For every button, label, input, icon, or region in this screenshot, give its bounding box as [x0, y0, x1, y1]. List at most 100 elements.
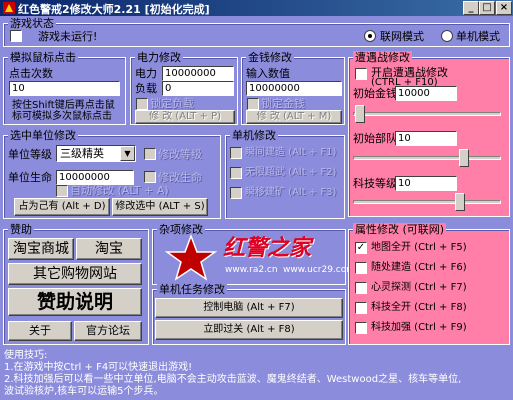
- modify-hp-checkbox[interactable]: [144, 171, 156, 183]
- modify-selected-button[interactable]: 修改选中 (ALT + S): [112, 198, 208, 216]
- window-title: 红色警戒2修改大师2.21 [初始化完成]: [18, 3, 210, 16]
- teleport-ore-checkbox[interactable]: [230, 187, 242, 199]
- unit-level-value: 三级精英: [60, 147, 104, 160]
- other-shops-button[interactable]: 其它购物网站: [8, 263, 142, 285]
- money-input-label: 输入数值: [246, 67, 290, 80]
- tech-level-slider-thumb[interactable]: [455, 193, 465, 211]
- tip-line-3: 波试验核炉,核车可以运输5个步兵。: [4, 386, 164, 397]
- take-over-button[interactable]: 占为己有 (Alt + D): [14, 198, 110, 216]
- power-group: 电力修改 电力 10000000 负载 0 锁定负载 修 改 (ALT + P): [130, 51, 238, 125]
- watermark-site: www.ucr29.com: [283, 265, 356, 275]
- money-group: 金钱修改 输入数值 10000000 锁定金钱 修 改 (ALT + M): [241, 51, 345, 125]
- close-button[interactable]: ×: [496, 1, 512, 15]
- misc-group: 杂项修改 红警之家 www.ra2.cn www.ucr29.com: [152, 223, 355, 285]
- watermark-logo-text: 红警之家: [223, 236, 312, 261]
- load-input[interactable]: 0: [162, 81, 234, 96]
- lock-load-checkbox[interactable]: [136, 98, 148, 110]
- game-status-checkbox[interactable]: [10, 30, 22, 42]
- attributes-group: 属性修改 (可联网) ✓ 地图全开 (Ctrl + F5) 随处建造 (Ctrl…: [348, 223, 510, 345]
- tech-level-label: 科技等级: [353, 177, 397, 190]
- encounter-group: 遭遇战修改 开启遭遇战修改 (CTRL + F10) 初始金钱 10000 初始…: [348, 51, 510, 217]
- single-mode-radio[interactable]: [441, 30, 453, 42]
- initial-units-slider-track[interactable]: [353, 156, 501, 160]
- click-count-input[interactable]: 10: [9, 81, 120, 96]
- sponsor-group: 赞助 淘宝商城 淘宝 其它购物网站 赞助说明 关于 官方论坛: [3, 223, 149, 345]
- mouse-sim-hint-2: 标可模拟多次鼠标点击: [12, 111, 112, 122]
- tech-all-label: 科技全开 (Ctrl + F8): [371, 302, 467, 313]
- sponsor-info-button[interactable]: 赞助说明: [8, 288, 142, 316]
- lock-load-label: 锁定负载: [150, 97, 194, 110]
- unit-level-label: 单位等级: [8, 148, 52, 161]
- unit-mod-title: 选中单位修改: [8, 129, 78, 142]
- infinite-superweapon-checkbox[interactable]: [230, 167, 242, 179]
- attributes-title: 属性修改 (可联网): [353, 223, 447, 236]
- unit-hp-input[interactable]: 10000000: [56, 170, 134, 185]
- tech-level-slider-track[interactable]: [353, 200, 501, 204]
- game-status-group: 游戏状态 游戏未运行! 联网模式 单机模式: [3, 17, 510, 47]
- title-bar: 红色警戒2修改大师2.21 [初始化完成] _ □ ×: [0, 0, 513, 16]
- taobao-button[interactable]: 淘宝: [76, 238, 142, 260]
- instant-build-label: 瞬间建造 (Alt + F1): [245, 147, 337, 158]
- initial-money-input[interactable]: 10000: [395, 86, 457, 101]
- forum-button[interactable]: 官方论坛: [74, 321, 142, 341]
- instant-win-button[interactable]: 立即过关 (Alt + F8): [155, 320, 343, 340]
- instant-build-checkbox[interactable]: [230, 147, 242, 159]
- unit-level-select[interactable]: 三级精英 ▼: [56, 145, 136, 162]
- initial-units-input[interactable]: 10: [395, 131, 457, 146]
- maximize-button[interactable]: □: [479, 1, 495, 15]
- modify-level-label: 修改等级: [158, 148, 202, 161]
- auto-modify-label: 自动修改 (ALT + A): [70, 184, 169, 197]
- watermark-url: www.ra2.cn: [225, 265, 278, 275]
- auto-modify-checkbox[interactable]: [56, 185, 68, 197]
- lock-money-checkbox[interactable]: [247, 98, 259, 110]
- sponsor-title: 赞助: [8, 223, 34, 236]
- game-status-title: 游戏状态: [8, 17, 56, 30]
- initial-units-label: 初始部队: [353, 132, 397, 145]
- red-star-logo-icon: [164, 234, 218, 281]
- build-anywhere-label: 随处建造 (Ctrl + F6): [371, 262, 467, 273]
- modify-level-checkbox[interactable]: [144, 148, 156, 160]
- unit-hp-label: 单位生命: [8, 171, 52, 184]
- psychic-sensor-checkbox[interactable]: [355, 282, 367, 294]
- map-reveal-label: 地图全开 (Ctrl + F5): [371, 242, 467, 253]
- single-mod-title: 单机修改: [230, 129, 278, 142]
- tech-all-checkbox[interactable]: [355, 302, 367, 314]
- map-reveal-checkbox[interactable]: ✓: [355, 242, 367, 254]
- teleport-ore-label: 瞬移建矿 (Alt + F3): [245, 187, 337, 198]
- power-modify-button[interactable]: 修 改 (ALT + P): [135, 110, 235, 124]
- modify-hp-label: 修改生命: [158, 171, 202, 184]
- encounter-enable-checkbox[interactable]: [355, 68, 367, 80]
- initial-money-label: 初始金钱: [353, 87, 397, 100]
- tips-panel: 使用技巧: 1.在游戏中按Ctrl + F4可以快速退出游戏! 2.科技加强后可…: [0, 347, 513, 400]
- power-title: 电力修改: [135, 51, 183, 64]
- single-task-group: 单机任务修改 控制电脑 (Alt + F7) 立即过关 (Alt + F8): [152, 283, 346, 345]
- initial-money-slider-track[interactable]: [353, 112, 501, 116]
- power-input[interactable]: 10000000: [162, 66, 234, 81]
- lock-money-label: 锁定金钱: [261, 97, 305, 110]
- initial-money-slider-thumb[interactable]: [355, 105, 365, 123]
- network-mode-radio[interactable]: [364, 30, 376, 42]
- chevron-down-icon[interactable]: ▼: [120, 146, 135, 161]
- tech-boost-checkbox[interactable]: [355, 322, 367, 334]
- single-task-title: 单机任务修改: [157, 283, 227, 296]
- load-label: 负载: [135, 82, 157, 95]
- control-map-button[interactable]: 控制电脑 (Alt + F7): [155, 298, 343, 318]
- psychic-sensor-label: 心灵探测 (Ctrl + F7): [371, 282, 467, 293]
- money-modify-button[interactable]: 修 改 (ALT + M): [246, 110, 342, 124]
- build-anywhere-checkbox[interactable]: [355, 262, 367, 274]
- about-button[interactable]: 关于: [8, 321, 72, 341]
- unit-mod-group: 选中单位修改 单位等级 三级精英 ▼ 修改等级 单位生命 10000000 修改…: [3, 129, 221, 219]
- tech-boost-label: 科技加强 (Ctrl + F9): [371, 322, 467, 333]
- mouse-sim-title: 模拟鼠标点击: [8, 51, 78, 64]
- initial-units-slider-thumb[interactable]: [459, 149, 469, 167]
- tips-heading: 使用技巧:: [4, 350, 48, 361]
- tip-line-1: 1.在游戏中按Ctrl + F4可以快速退出游戏!: [4, 362, 193, 373]
- money-title: 金钱修改: [246, 51, 294, 64]
- game-status-text: 游戏未运行!: [38, 30, 98, 43]
- taobao-mall-button[interactable]: 淘宝商城: [8, 238, 74, 260]
- power-label: 电力: [135, 67, 157, 80]
- click-count-label: 点击次数: [9, 67, 53, 80]
- minimize-button[interactable]: _: [463, 1, 479, 15]
- tech-level-input[interactable]: 10: [395, 176, 457, 191]
- money-input[interactable]: 10000000: [246, 81, 342, 96]
